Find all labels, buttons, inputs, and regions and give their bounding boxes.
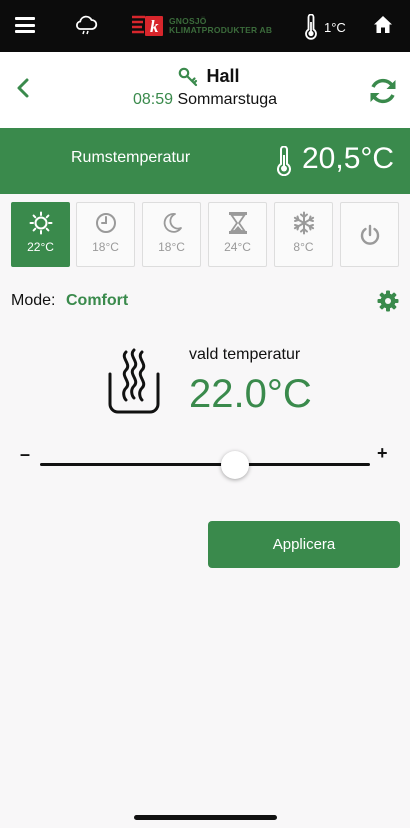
- increase-button[interactable]: +: [377, 443, 388, 464]
- menu-icon[interactable]: [15, 17, 35, 33]
- cloud-icon[interactable]: [74, 14, 98, 36]
- company-logo: k GNOSJÖ KLIMATPRODUKTER AB: [132, 14, 272, 38]
- mode-temp-label: 24°C: [224, 240, 251, 254]
- mode-button-frost[interactable]: 8°C: [274, 202, 333, 267]
- home-indicator: [134, 815, 277, 820]
- sun-icon: [29, 211, 52, 235]
- outside-temperature: 1°C: [324, 20, 346, 35]
- mode-button-schedule[interactable]: 18°C: [76, 202, 135, 267]
- mode-temp-label: 22°C: [27, 240, 54, 254]
- mode-label: Mode:: [11, 292, 56, 309]
- hourglass-icon: [228, 212, 247, 234]
- mode-temp-label: 8°C: [293, 240, 314, 254]
- refresh-icon[interactable]: [368, 76, 398, 106]
- location-name: Sommarstuga: [177, 91, 278, 108]
- apply-button[interactable]: Applicera: [208, 521, 400, 568]
- mode-button-night[interactable]: 18°C: [142, 202, 201, 267]
- home-icon[interactable]: [373, 15, 393, 34]
- decrease-button[interactable]: –: [20, 444, 30, 465]
- clock-icon: [95, 213, 116, 233]
- chosen-temperature-label: vald temperatur: [189, 346, 301, 363]
- room-temperature-value: 20,5°C: [302, 142, 395, 175]
- logo-mark-icon: k: [132, 15, 163, 36]
- room-temperature-bar: Rumstemperatur 20,5°C: [0, 128, 410, 194]
- temperature-slider-thumb[interactable]: [220, 451, 249, 479]
- key-icon: [179, 67, 198, 86]
- top-bar: k GNOSJÖ KLIMATPRODUKTER AB 1°C: [0, 0, 410, 52]
- power-icon: [360, 224, 379, 245]
- room-title: Hall: [206, 66, 240, 86]
- mode-button-timer[interactable]: 24°C: [208, 202, 267, 267]
- mode-selector: 22°C 18°C 18°C 24°C 8°C: [0, 202, 410, 268]
- room-temperature-label: Rumstemperatur: [71, 149, 191, 166]
- gear-icon[interactable]: [377, 290, 399, 312]
- mode-temp-label: 18°C: [158, 240, 185, 254]
- thermometer-icon: [277, 146, 291, 176]
- svg-text:k: k: [150, 17, 159, 36]
- chosen-temperature-value: 22.0°C: [189, 372, 312, 416]
- mode-button-off[interactable]: [340, 202, 399, 267]
- mode-value: Comfort: [66, 292, 129, 309]
- mode-button-comfort[interactable]: 22°C: [11, 202, 70, 267]
- moon-icon: [163, 213, 182, 233]
- temperature-slider-track[interactable]: [40, 463, 370, 466]
- heater-icon: [108, 348, 160, 414]
- logo-text-line2: KLIMATPRODUKTER AB: [169, 25, 273, 35]
- room-header: Hall 08:59 Sommarstuga: [0, 52, 410, 128]
- thermometer-icon: [305, 14, 317, 40]
- mode-temp-label: 18°C: [92, 240, 119, 254]
- last-update-time: 08:59: [132, 91, 173, 108]
- snowflake-icon: [293, 211, 314, 235]
